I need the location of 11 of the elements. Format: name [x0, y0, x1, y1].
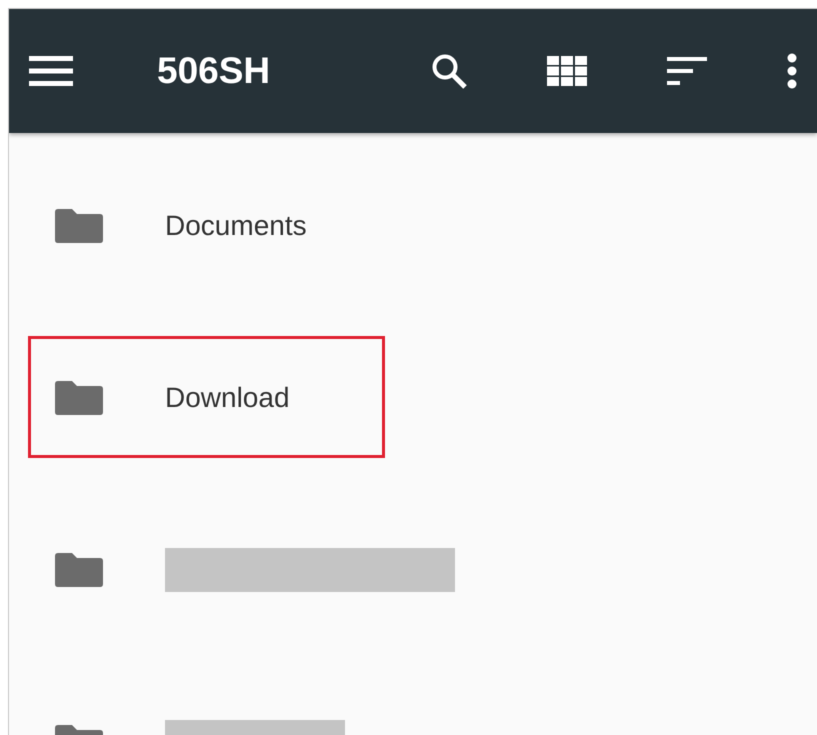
grid-view-icon[interactable]	[547, 56, 587, 86]
folder-name: Documents	[165, 210, 307, 242]
menu-icon[interactable]	[29, 56, 73, 86]
folder-name: Download	[165, 382, 290, 414]
more-options-icon[interactable]	[787, 53, 797, 89]
sort-icon[interactable]	[667, 57, 707, 85]
folder-icon	[55, 381, 103, 415]
toolbar-title: 506SH	[157, 50, 272, 92]
folder-icon	[55, 553, 103, 587]
search-icon[interactable]	[431, 53, 467, 89]
folder-icon	[55, 209, 103, 243]
